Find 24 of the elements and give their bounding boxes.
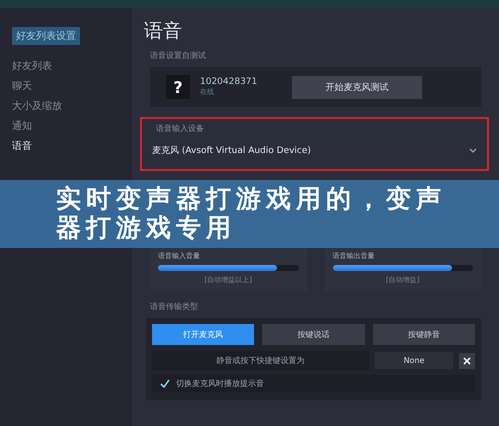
device-dropdown[interactable]: 麦克风 (Avsoft Virtual Audio Device) xyxy=(150,140,481,161)
checkbox[interactable] xyxy=(160,378,170,388)
sidebar-item[interactable]: 大小及缩放 xyxy=(12,99,122,113)
sidebar-item[interactable]: 聊天 xyxy=(12,79,122,93)
section-label: 语音输入设备 xyxy=(156,123,205,134)
sidebar-item[interactable]: 好友列表 xyxy=(12,59,122,73)
section-label: 语音传输类型 xyxy=(150,301,199,312)
banner-title: 实时变声器打游戏用的，变声器打游戏专用 xyxy=(56,184,447,242)
sidebar-item[interactable]: 语音 xyxy=(12,139,122,153)
chevron-down-icon xyxy=(469,148,477,153)
section-label: 语音设置自测试 xyxy=(150,50,207,61)
hotkey-label: 静音或按下快捷键设置为 xyxy=(152,351,369,370)
checkbox-label: 切换麦克风时播放提示音 xyxy=(176,378,264,389)
sidebar-item[interactable]: 通知 xyxy=(12,119,122,133)
close-icon xyxy=(463,356,471,364)
close-button[interactable] xyxy=(459,352,475,368)
hotkey-button[interactable]: None xyxy=(375,352,453,369)
mode-tab[interactable]: 按键静音 xyxy=(372,324,475,345)
mode-tab[interactable]: 按键说话 xyxy=(262,324,365,345)
page-title: 语音 xyxy=(144,19,183,44)
user-id: 1020428371 xyxy=(200,77,258,87)
avatar: ? xyxy=(166,75,190,99)
mic-test-button[interactable]: 开始麦克风测试 xyxy=(292,76,422,98)
sidebar-header: 好友列表设置 xyxy=(12,27,80,45)
